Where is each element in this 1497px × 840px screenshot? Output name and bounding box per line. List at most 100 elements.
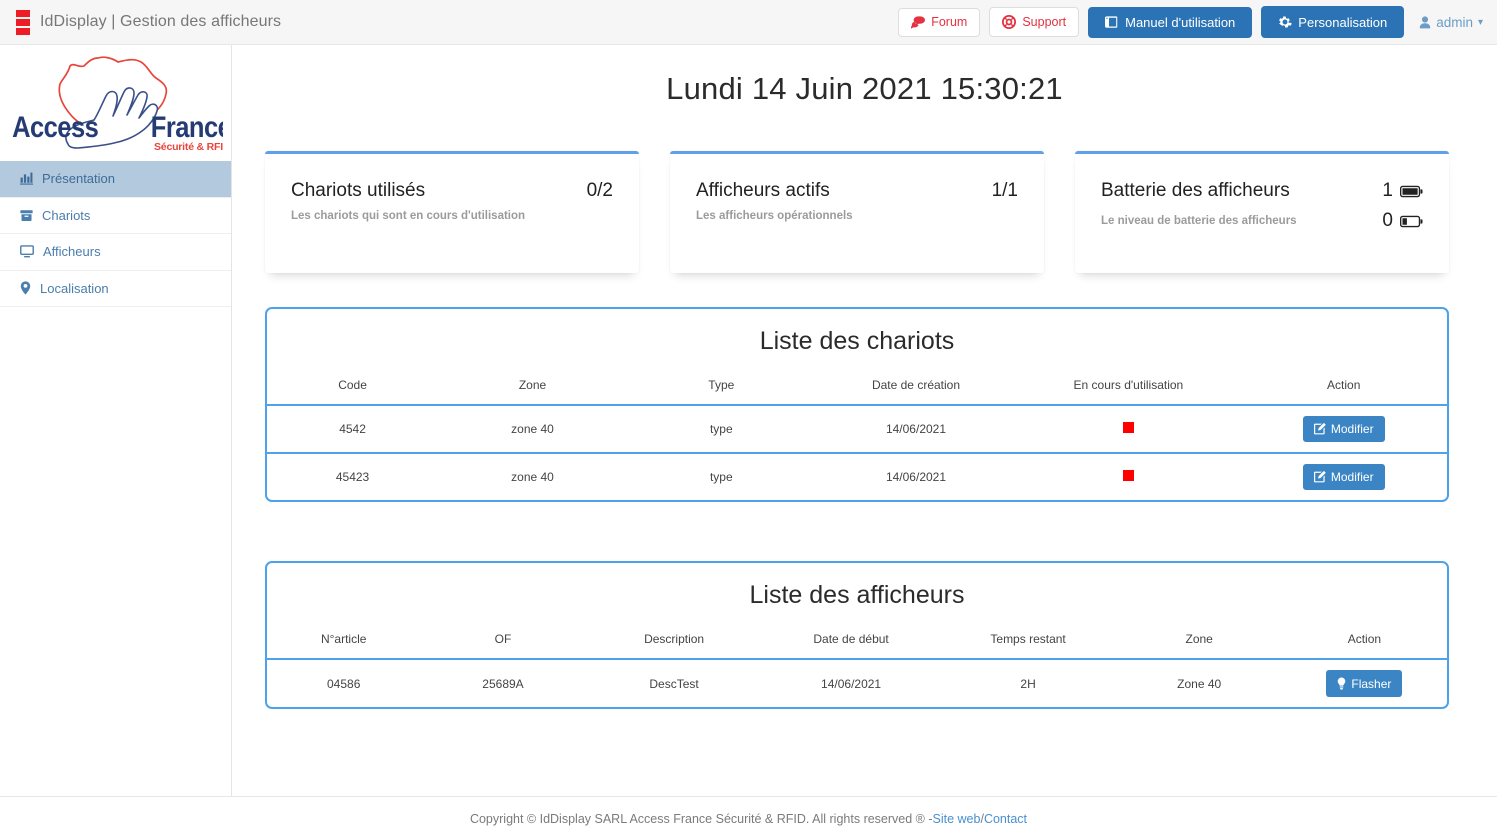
personalisation-button[interactable]: Personalisation [1261,6,1405,38]
life-ring-icon [1002,15,1017,29]
flasher-button[interactable]: Flasher [1326,670,1403,697]
cell-date: 14/06/2021 [885,470,947,484]
svg-text:France: France [151,110,223,143]
edit-pencil-square-icon [1313,471,1326,483]
stat-card-subtitle: Le niveau de batterie des afficheurs [1101,215,1297,227]
column-header-type: Type [626,370,816,406]
sidebar-item-chariots[interactable]: Chariots [0,198,231,234]
personalisation-label: Personalisation [1298,14,1388,30]
cell-article: 04586 [327,676,361,691]
stat-card-batterie-afficheurs: Batterie des afficheurs 1 Le niveau de b… [1075,151,1449,273]
support-button[interactable]: Support [989,7,1080,37]
column-header-article: N°article [267,624,421,660]
sidebar-item-label: Chariots [42,207,91,223]
column-header-action: Action [1240,370,1447,406]
stat-card-subtitle: Les afficheurs opérationnels [696,210,853,222]
column-header-date-debut: Date de début [762,624,940,660]
desktop-monitor-icon [20,245,34,258]
gear-icon [1278,15,1293,29]
column-header-action: Action [1281,624,1447,660]
svg-text:Sécurité & RFID: Sécurité & RFID [154,141,223,153]
brand-title: IdDisplay | Gestion des afficheurs [40,13,282,30]
archive-box-icon [20,209,33,222]
cell-description: DescTest [649,676,699,691]
stat-card-title: Chariots utilisés [291,180,426,201]
red-square-indicator [1122,422,1134,433]
book-icon [1105,15,1119,29]
cell-action: Modifier [1240,453,1447,500]
modifier-button-label: Modifier [1330,470,1374,484]
page-title: Lundi 14 Juin 2021 15:30:21 [666,71,1063,106]
sidebar-item-label: Afficheurs [43,244,101,260]
modifier-button[interactable]: Modifier [1302,464,1385,490]
column-header-temps-restant: Temps restant [939,624,1117,660]
sidebar-logo[interactable]: Access France Sécurité & RFID [0,45,231,161]
column-header-of: OF [420,624,586,660]
stat-cards: Chariots utilisés 0/2 Les chariots qui s… [232,107,1497,273]
user-icon [1419,15,1431,29]
top-navbar: IdDisplay | Gestion des afficheurs Forum… [0,0,1497,45]
page-layout: Access France Sécurité & RFID Présentati… [0,45,1497,796]
afficheurs-table: N°article OF Description Date de début T… [267,624,1447,707]
support-button-label: Support [1022,14,1067,29]
cell-type: type [626,405,816,454]
france-map-hand-logo: Access France Sécurité & RFID [12,56,223,153]
battery-full-icon [1400,185,1423,198]
column-header-zone: Zone [1116,624,1282,660]
three-red-squares-icon [16,9,30,35]
afficheurs-panel: Liste des afficheurs N°article OF Descri… [265,561,1449,709]
sidebar-item-afficheurs[interactable]: Afficheurs [0,234,231,271]
stat-card-subtitle: Les chariots qui sont en cours d'utilisa… [291,210,526,222]
brand[interactable]: IdDisplay | Gestion des afficheurs [16,9,282,35]
chariots-table: Code Zone Type Date de création En cours… [267,370,1447,500]
manuel-utilisation-label: Manuel d'utilisation [1125,14,1236,30]
flasher-button-label: Flasher [1351,676,1392,691]
stat-card-afficheurs-actifs: Afficheurs actifs 1/1 Les afficheurs opé… [670,151,1044,273]
modifier-button[interactable]: Modifier [1302,416,1385,442]
cell-temps-restant: 2H [1020,676,1036,691]
comments-icon [911,15,926,29]
forum-button[interactable]: Forum [898,7,981,37]
cell-of: 25689A [482,676,524,691]
column-header-zone: Zone [438,370,627,406]
footer-copyright-text: Copyright © IdDisplay SARL Access France… [469,811,933,826]
battery-low-icon [1400,215,1423,228]
footer-link-contact[interactable]: Contact [984,812,1027,826]
table-header-row: Code Zone Type Date de création En cours… [267,370,1447,406]
red-square-indicator [1122,470,1134,481]
lightbulb-icon [1337,677,1346,690]
chariots-panel-title: Liste des chariots [759,327,955,355]
sidebar-item-label: Localisation [40,280,109,296]
forum-button-label: Forum [931,14,968,29]
sidebar-item-label: Présentation [42,171,115,187]
manuel-utilisation-button[interactable]: Manuel d'utilisation [1088,6,1253,38]
table-header-row: N°article OF Description Date de début T… [267,624,1447,660]
edit-pencil-square-icon [1313,423,1326,435]
sidebar-item-localisation[interactable]: Localisation [0,271,231,307]
column-header-description: Description [585,624,763,660]
cell-zone: zone 40 [438,405,627,454]
footer-link-site-web[interactable]: Site web [933,812,981,826]
stat-card-title: Batterie des afficheurs [1101,180,1290,201]
stat-card-sub-value: 0 [1382,210,1393,231]
table-row: 4542 zone 40 type 14/06/2021 Modifier [267,405,1447,454]
table-row: 04586 25689A DescTest 14/06/2021 2H Zone… [267,659,1447,707]
map-marker-icon [20,281,31,295]
table-row: 45423 zone 40 type 14/06/2021 Modifier [267,453,1447,500]
user-menu[interactable]: admin ▾ [1419,15,1483,30]
cell-date: 14/06/2021 [815,405,1017,454]
navbar-actions: Forum Support Manuel d'utilisation Perso… [898,6,1483,38]
cell-zone: Zone 40 [1177,676,1222,691]
stat-card-value: 1/1 [991,180,1018,201]
user-menu-label: admin [1436,14,1473,30]
sidebar: Access France Sécurité & RFID Présentati… [0,45,232,796]
cell-date-debut: 14/06/2021 [821,676,882,691]
footer: Copyright © IdDisplay SARL Access France… [0,796,1497,840]
modifier-button-label: Modifier [1330,422,1374,436]
chart-bar-icon [20,172,33,185]
column-header-date-creation: Date de création [815,370,1017,406]
cell-action: Flasher [1282,659,1447,707]
sidebar-item-presentation[interactable]: Présentation [0,161,231,198]
cell-status [1016,405,1241,454]
afficheurs-panel-title: Liste des afficheurs [749,581,965,609]
